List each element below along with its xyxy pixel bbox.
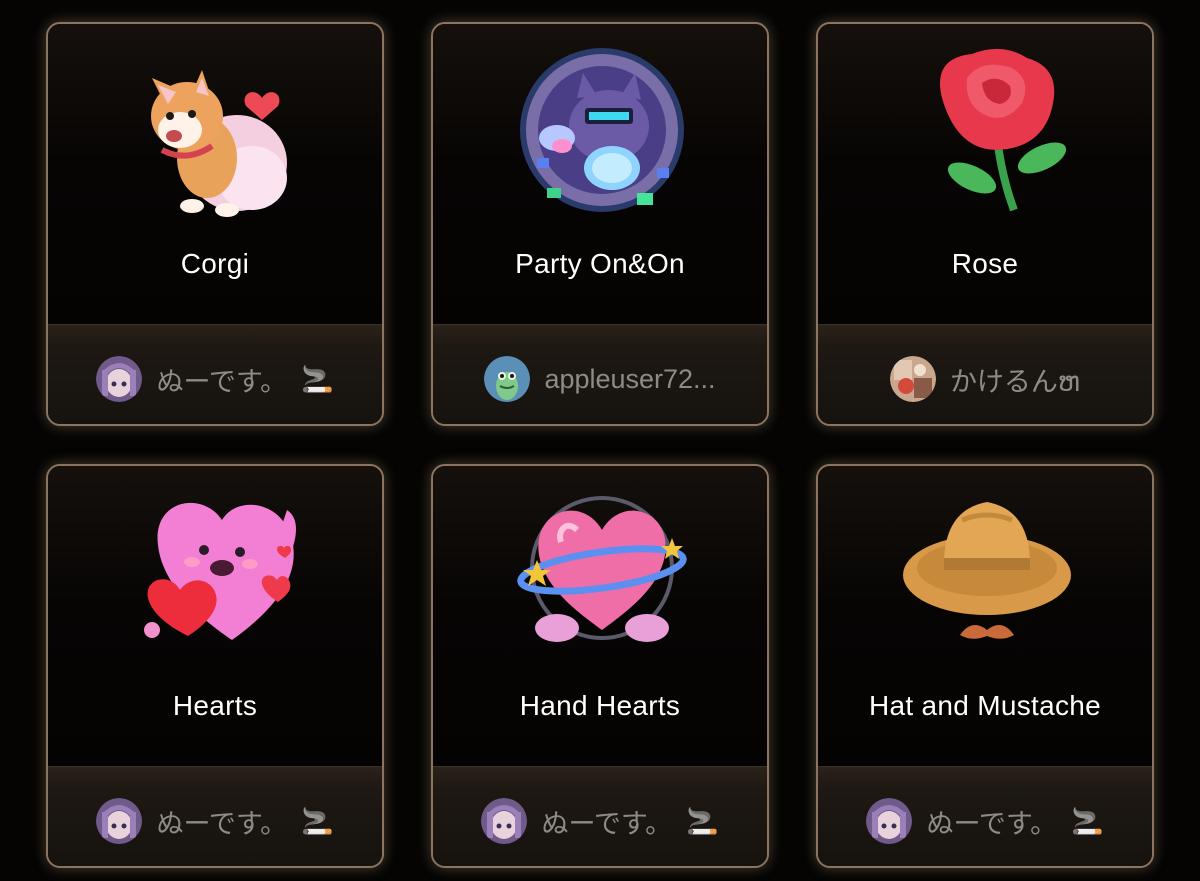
gift-name: Rose: [951, 248, 1019, 279]
sender-name: かけるんຫ: [949, 366, 1081, 397]
cigarette-icon: 🚬: [686, 805, 719, 836]
party-cat-icon: [520, 48, 684, 212]
gift-card-hearts[interactable]: Hearts ぬーです。 🚬: [46, 464, 384, 868]
cigarette-icon: 🚬: [301, 805, 334, 836]
gift-card-hat-and-mustache[interactable]: Hat and Mustache ぬーです。 🚬: [816, 464, 1154, 868]
gift-card-corgi[interactable]: Corgi ぬーです。 🚬: [46, 22, 384, 426]
sender-name: ぬーです。: [156, 366, 288, 397]
corgi-icon: [151, 70, 287, 217]
anime-girl-avatar: [866, 798, 913, 844]
card-ledge: [48, 324, 382, 347]
card-ledge: [818, 324, 1152, 347]
card-ledge: [433, 324, 767, 347]
sender-info[interactable]: ぬーです。 🚬: [433, 796, 767, 846]
cigarette-icon: 🚬: [301, 363, 334, 394]
gift-name: Party On&On: [515, 248, 685, 279]
sender-info[interactable]: かけるんຫ: [818, 354, 1152, 404]
frog-avatar: [484, 356, 531, 402]
hearts-icon: [144, 502, 296, 640]
sender-info[interactable]: ぬーです。 🚬: [48, 354, 382, 404]
card-ledge: [48, 766, 382, 789]
rose-icon: [940, 48, 1067, 212]
sender-name: appleuser72...: [544, 363, 716, 394]
sender-info[interactable]: ぬーです。 🚬: [48, 796, 382, 846]
gift-name: Hand Hearts: [519, 690, 681, 721]
anime-girl-avatar: [481, 798, 528, 844]
sender-info[interactable]: ぬーです。 🚬: [818, 796, 1152, 846]
gift-name: Corgi: [180, 248, 250, 279]
anime-girl-avatar: [96, 798, 143, 844]
gift-name: Hearts: [172, 690, 258, 721]
hand-hearts-icon: [517, 496, 687, 642]
sender-info[interactable]: appleuser72...: [433, 354, 767, 404]
card-ledge: [433, 766, 767, 789]
cigarette-icon: 🚬: [1071, 805, 1104, 836]
hat-mustache-icon: [903, 502, 1071, 639]
gift-grid: Corgi ぬーです。 🚬 Party On&On appleuser72...…: [0, 0, 1200, 881]
card-ledge: [818, 766, 1152, 789]
photo-avatar: [889, 356, 936, 402]
sender-name: ぬーです。: [156, 808, 288, 839]
gift-card-hand-hearts[interactable]: Hand Hearts ぬーです。 🚬: [431, 464, 769, 868]
sender-name: ぬーです。: [926, 808, 1058, 839]
gift-name: Hat and Mustache: [868, 690, 1102, 721]
gift-card-party-on-on[interactable]: Party On&On appleuser72...: [431, 22, 769, 426]
anime-girl-avatar: [96, 356, 143, 402]
sender-name: ぬーです。: [541, 808, 673, 839]
gift-card-rose[interactable]: Rose かけるんຫ: [816, 22, 1154, 426]
